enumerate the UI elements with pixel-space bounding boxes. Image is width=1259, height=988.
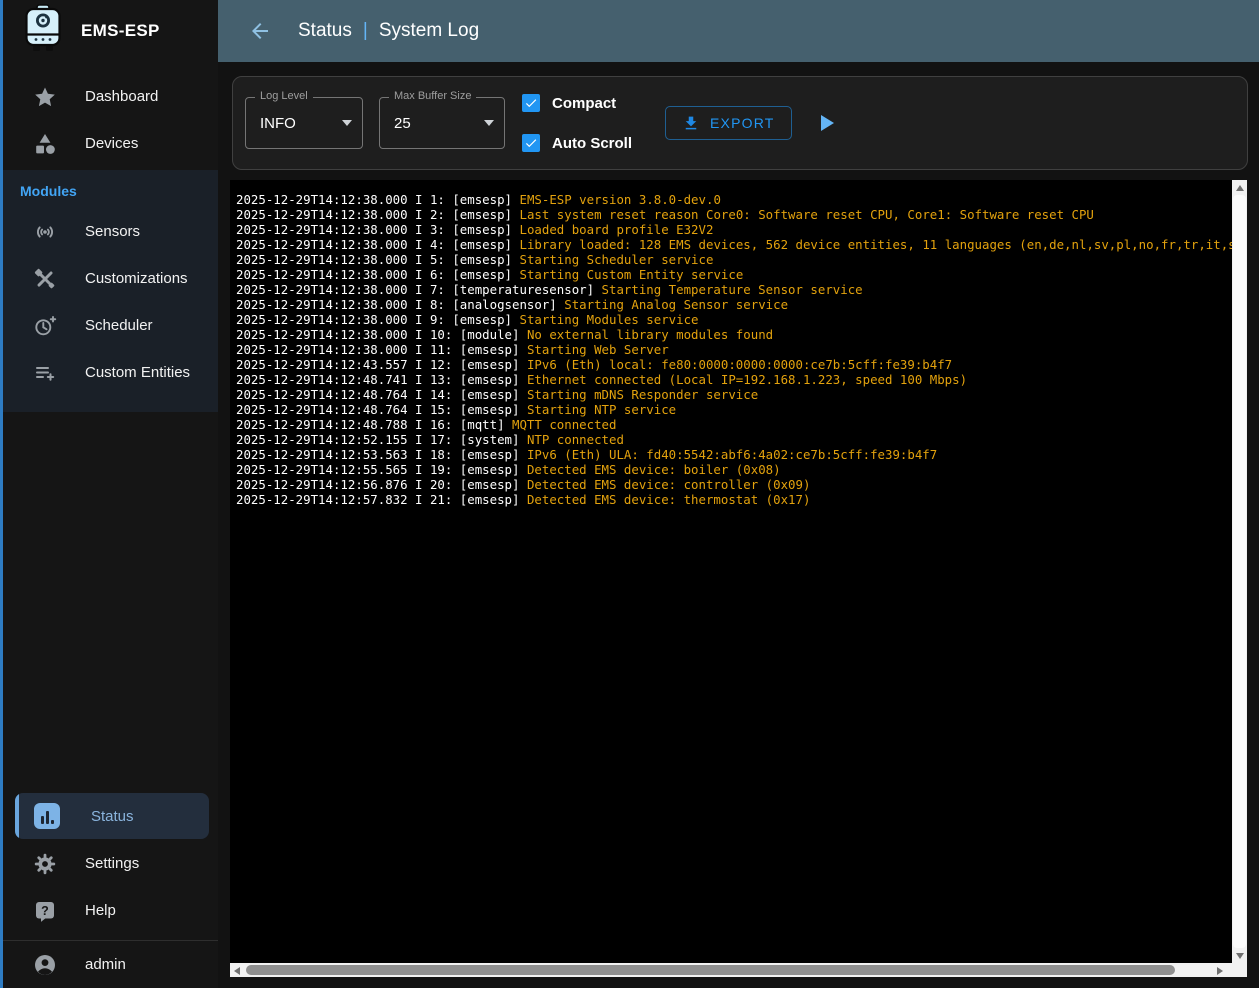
log-line: 2025-12-29T14:12:38.000 I 3: [emsesp] Lo… [236,222,1232,237]
sidebar-item-custom-entities[interactable]: Custom Entities [3,349,218,396]
sidebar-item-label: Status [91,808,134,825]
ems-esp-app: EMS-ESP Dashboard De [0,0,1259,988]
vertical-scrollbar-thumb[interactable] [1233,195,1246,948]
log-line: 2025-12-29T14:12:38.000 I 7: [temperatur… [236,282,1232,297]
download-icon [682,114,700,132]
compact-checkbox-row[interactable]: Compact [522,94,632,112]
sidebar-item-settings[interactable]: Settings [3,840,218,887]
page-title: System Log [379,20,479,42]
log-line: 2025-12-29T14:12:38.000 I 8: [analogsens… [236,297,1232,312]
log-level-label: Log Level [255,90,313,102]
log-toolbar: Log Level INFO Max Buffer Size 25 Compac… [232,76,1248,170]
log-line: 2025-12-29T14:12:48.764 I 15: [emsesp] S… [236,402,1232,417]
sidebar-item-scheduler[interactable]: Scheduler [3,302,218,349]
log-lines: 2025-12-29T14:12:38.000 I 1: [emsesp] EM… [230,180,1232,963]
play-icon[interactable] [821,115,834,131]
gear-icon [33,852,57,876]
log-line: 2025-12-29T14:12:38.000 I 9: [emsesp] St… [236,312,1232,327]
account-circle-icon [33,953,57,977]
auto-scroll-label: Auto Scroll [552,135,632,152]
bar-chart-icon [34,803,60,829]
sidebar-item-customizations[interactable]: Customizations [3,255,218,302]
log-level-value: INFO [260,115,296,132]
system-log-panel: 2025-12-29T14:12:38.000 I 1: [emsesp] EM… [230,180,1247,977]
category-icon [33,132,57,156]
log-line: 2025-12-29T14:12:55.565 I 19: [emsesp] D… [236,462,1232,477]
scroll-left-arrow-icon[interactable] [234,967,240,975]
compact-label: Compact [552,95,616,112]
compact-checkbox[interactable] [522,94,540,112]
sidebar-item-status[interactable]: Status [15,793,209,839]
sidebar-item-label: Sensors [85,223,140,240]
max-buffer-label: Max Buffer Size [389,90,476,102]
window-edge-accent [0,0,3,988]
svg-text:?: ? [41,904,49,918]
sidebar-modules-section: Modules Sensors [3,170,218,412]
log-line: 2025-12-29T14:12:38.000 I 6: [emsesp] St… [236,267,1232,282]
export-button-label: EXPORT [710,115,775,131]
sensors-icon [33,220,57,244]
log-line: 2025-12-29T14:12:48.741 I 13: [emsesp] E… [236,372,1232,387]
help-icon: ? [33,899,57,923]
log-level-select[interactable]: Log Level INFO [245,97,363,149]
sidebar-item-dashboard[interactable]: Dashboard [3,73,218,120]
horizontal-scrollbar[interactable] [230,963,1247,977]
log-line: 2025-12-29T14:12:57.832 I 21: [emsesp] D… [236,492,1232,507]
app-bar: Status | System Log [218,0,1259,62]
sidebar-item-label: Settings [85,855,139,872]
star-icon [33,85,57,109]
log-line: 2025-12-29T14:12:48.764 I 14: [emsesp] S… [236,387,1232,402]
log-line: 2025-12-29T14:12:38.000 I 10: [module] N… [236,327,1232,342]
auto-scroll-checkbox[interactable] [522,134,540,152]
log-line: 2025-12-29T14:12:52.155 I 17: [system] N… [236,432,1232,447]
horizontal-scrollbar-thumb[interactable] [246,965,1175,975]
log-line: 2025-12-29T14:12:38.000 I 11: [emsesp] S… [236,342,1232,357]
sidebar-item-devices[interactable]: Devices [3,120,218,167]
sidebar-item-label: Dashboard [85,88,158,105]
sidebar-item-label: Customizations [85,270,188,287]
app-logo-row: EMS-ESP [3,0,218,62]
sidebar: EMS-ESP Dashboard De [3,0,218,988]
breadcrumb-section: Status [298,20,352,42]
log-line: 2025-12-29T14:12:48.788 I 16: [mqtt] MQT… [236,417,1232,432]
user-label: admin [85,956,126,973]
selected-indicator-bar [15,793,19,839]
checkbox-group: Compact Auto Scroll [522,94,632,152]
sidebar-spacer [3,412,218,793]
scroll-down-arrow-icon[interactable] [1236,953,1244,959]
chevron-down-icon [484,120,494,126]
log-line: 2025-12-29T14:12:38.000 I 5: [emsesp] St… [236,252,1232,267]
max-buffer-select[interactable]: Max Buffer Size 25 [379,97,505,149]
log-line: 2025-12-29T14:12:43.557 I 12: [emsesp] I… [236,357,1232,372]
sidebar-item-help[interactable]: ? Help [3,887,218,934]
export-button[interactable]: EXPORT [665,106,792,140]
log-line: 2025-12-29T14:12:38.000 I 1: [emsesp] EM… [236,192,1232,207]
sidebar-item-admin[interactable]: admin [3,941,218,988]
sidebar-nav-top: Dashboard Devices [3,62,218,167]
sidebar-item-label: Custom Entities [85,364,190,381]
auto-scroll-checkbox-row[interactable]: Auto Scroll [522,134,632,152]
back-arrow-icon[interactable] [248,19,272,43]
sidebar-item-label: Devices [85,135,138,152]
scroll-right-arrow-icon[interactable] [1217,967,1223,975]
log-line: 2025-12-29T14:12:38.000 I 4: [emsesp] Li… [236,237,1232,252]
more-time-icon [33,314,57,338]
log-line: 2025-12-29T14:12:56.876 I 20: [emsesp] D… [236,477,1232,492]
log-line: 2025-12-29T14:12:38.000 I 2: [emsesp] La… [236,207,1232,222]
breadcrumb-separator: | [363,20,368,42]
scroll-up-arrow-icon[interactable] [1236,185,1244,191]
log-line: 2025-12-29T14:12:53.563 I 18: [emsesp] I… [236,447,1232,462]
app-title: EMS-ESP [81,21,160,41]
modules-section-header: Modules [3,170,218,208]
playlist-add-icon [33,361,57,385]
sidebar-item-sensors[interactable]: Sensors [3,208,218,255]
max-buffer-value: 25 [394,115,411,132]
sidebar-item-label: Scheduler [85,317,153,334]
sidebar-item-label: Help [85,902,116,919]
boiler-logo-icon [21,4,65,59]
construction-icon [33,267,57,291]
chevron-down-icon [342,120,352,126]
vertical-scrollbar[interactable] [1232,180,1247,963]
